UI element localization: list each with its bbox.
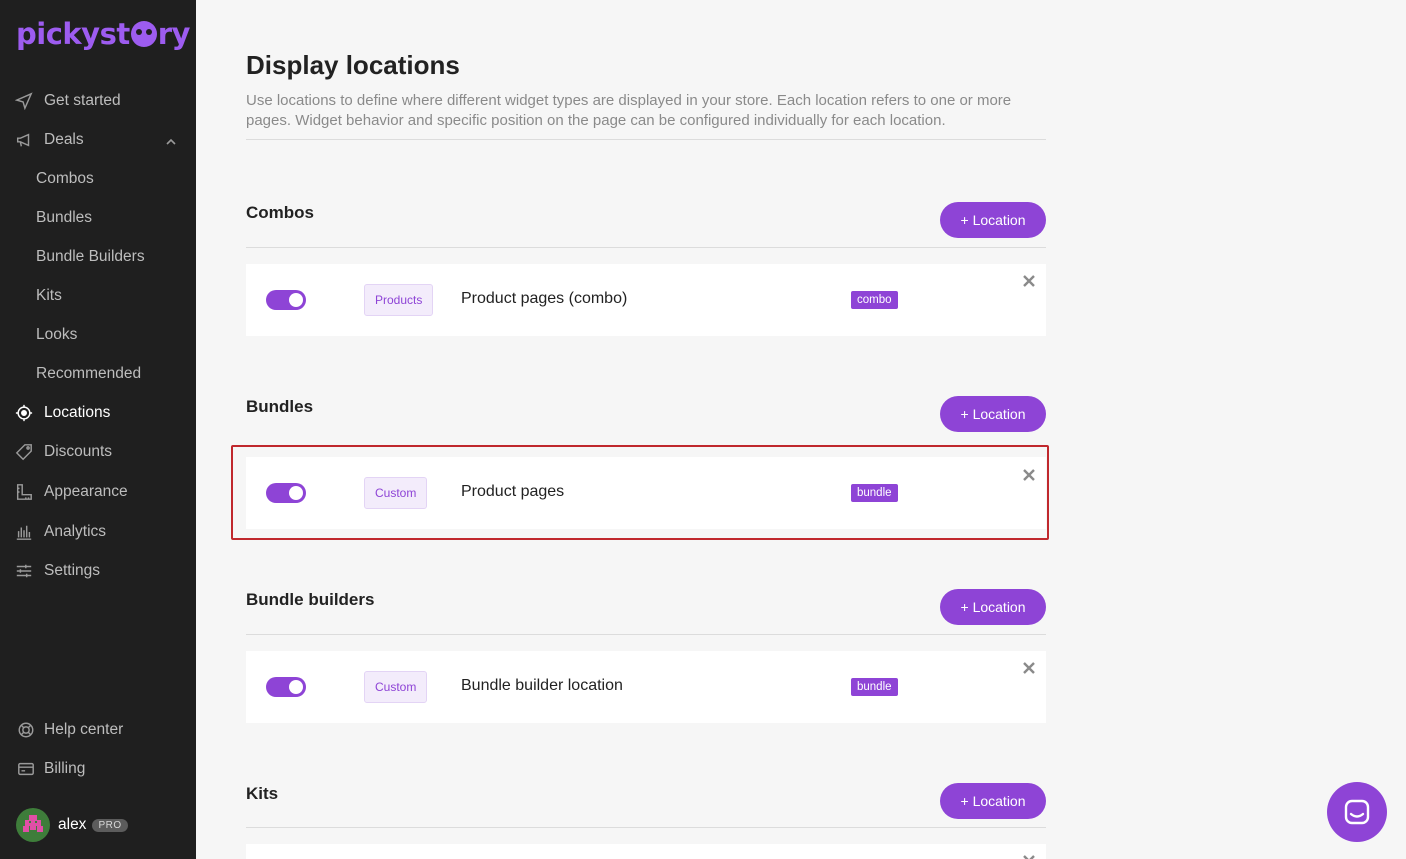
location-card-bundle: Custom Product pages bundle — [246, 457, 1046, 529]
section-title-bundle-builders: Bundle builders — [246, 590, 375, 609]
user-profile[interactable]: alex PRO — [16, 808, 128, 842]
location-type-chip: Custom — [364, 477, 428, 509]
section-title-bundles: Bundles — [246, 397, 314, 416]
chat-launcher-button[interactable] — [1327, 782, 1387, 842]
sliders-icon — [14, 561, 34, 581]
location-type-chip: Custom — [364, 671, 428, 703]
sidebar-item-settings[interactable]: Settings — [0, 556, 196, 586]
tag-icon — [14, 442, 34, 462]
location-name[interactable]: Product pages — [461, 483, 564, 501]
sidebar-item-label: Settings — [44, 562, 101, 579]
sidebar-item-label: Analytics — [44, 523, 107, 540]
add-bundle-builder-location-button[interactable]: + Location — [940, 589, 1046, 625]
chat-icon — [1344, 799, 1370, 825]
sidebar-subitem-bundle-builders[interactable]: Bundle Builders — [36, 245, 145, 269]
location-card-combo: Products Product pages (combo) combo — [246, 264, 1046, 336]
avatar — [16, 808, 50, 842]
divider — [246, 139, 1046, 140]
add-combo-location-button[interactable]: + Location — [940, 202, 1046, 238]
widget-type-tag: bundle — [851, 678, 898, 696]
location-enabled-toggle[interactable] — [266, 677, 306, 697]
sidebar-subitem-combos[interactable]: Combos — [36, 167, 94, 191]
sidebar-item-deals[interactable]: Deals — [0, 125, 196, 155]
sidebar-item-help-center[interactable]: Help center — [0, 715, 196, 745]
close-icon — [1023, 855, 1035, 859]
sidebar-item-label: Discounts — [44, 443, 113, 460]
section-title-combos: Combos — [246, 203, 314, 222]
delete-location-button[interactable] — [1020, 272, 1038, 290]
delete-location-button[interactable] — [1020, 466, 1038, 484]
sidebar-item-label: Get started — [44, 92, 121, 109]
sidebar-item-analytics[interactable]: Analytics — [0, 517, 196, 547]
widget-type-tag: bundle — [851, 484, 898, 502]
sidebar-item-label: Appearance — [44, 483, 128, 500]
sidebar-item-label: Locations — [44, 404, 111, 421]
page-title: Display locations — [246, 50, 460, 80]
sidebar: pickyst ry Get started Deals Combos Bundl… — [0, 0, 196, 859]
close-icon — [1023, 275, 1035, 287]
add-kit-location-button[interactable]: + Location — [940, 783, 1046, 819]
location-card-kit — [246, 844, 1046, 859]
lifebuoy-icon — [16, 720, 36, 740]
divider — [246, 247, 1046, 248]
sidebar-item-label: Billing — [44, 760, 86, 777]
delete-location-button[interactable] — [1020, 852, 1038, 859]
user-name: alex — [58, 816, 87, 833]
credit-card-icon — [16, 759, 36, 779]
logo-face-icon — [130, 21, 157, 47]
divider — [246, 634, 1046, 635]
location-card-bundle-builder: Custom Bundle builder location bundle — [246, 651, 1046, 723]
widget-type-tag: combo — [851, 291, 898, 309]
sidebar-subitem-looks[interactable]: Looks — [36, 323, 77, 347]
pickystory-logo[interactable]: pickyst ry — [16, 14, 190, 54]
logo-text-left: pickyst — [16, 17, 130, 51]
close-icon — [1023, 469, 1035, 481]
sidebar-item-discounts[interactable]: Discounts — [0, 437, 196, 467]
plan-badge: PRO — [92, 818, 128, 832]
sidebar-subitem-bundles[interactable]: Bundles — [36, 206, 92, 230]
sidebar-subitem-recommended[interactable]: Recommended — [36, 362, 141, 386]
location-target-icon — [14, 403, 34, 423]
sidebar-item-locations[interactable]: Locations — [0, 398, 196, 428]
location-type-chip: Products — [364, 284, 434, 316]
delete-location-button[interactable] — [1020, 659, 1038, 677]
close-icon — [1023, 662, 1035, 674]
sidebar-item-appearance[interactable]: Appearance — [0, 477, 196, 507]
sidebar-item-billing[interactable]: Billing — [0, 754, 196, 784]
sidebar-item-label: Deals — [44, 131, 84, 148]
send-icon — [14, 91, 34, 111]
location-enabled-toggle[interactable] — [266, 290, 306, 310]
divider — [246, 827, 1046, 828]
location-name[interactable]: Bundle builder location — [461, 677, 623, 695]
chevron-up-icon[interactable] — [166, 134, 176, 145]
sidebar-item-get-started[interactable]: Get started — [0, 86, 196, 116]
bar-chart-icon — [14, 522, 34, 542]
location-name[interactable]: Product pages (combo) — [461, 290, 627, 308]
logo-text-right: ry — [157, 17, 191, 51]
sidebar-item-label: Help center — [44, 721, 124, 738]
add-bundle-location-button[interactable]: + Location — [940, 396, 1046, 432]
megaphone-icon — [14, 130, 34, 150]
ruler-icon — [14, 482, 34, 502]
location-enabled-toggle[interactable] — [266, 483, 306, 503]
section-title-kits: Kits — [246, 784, 279, 803]
page-description: Use locations to define where different … — [246, 92, 1012, 129]
avatar-pixel-icon — [23, 815, 43, 832]
sidebar-subitem-kits[interactable]: Kits — [36, 284, 62, 308]
